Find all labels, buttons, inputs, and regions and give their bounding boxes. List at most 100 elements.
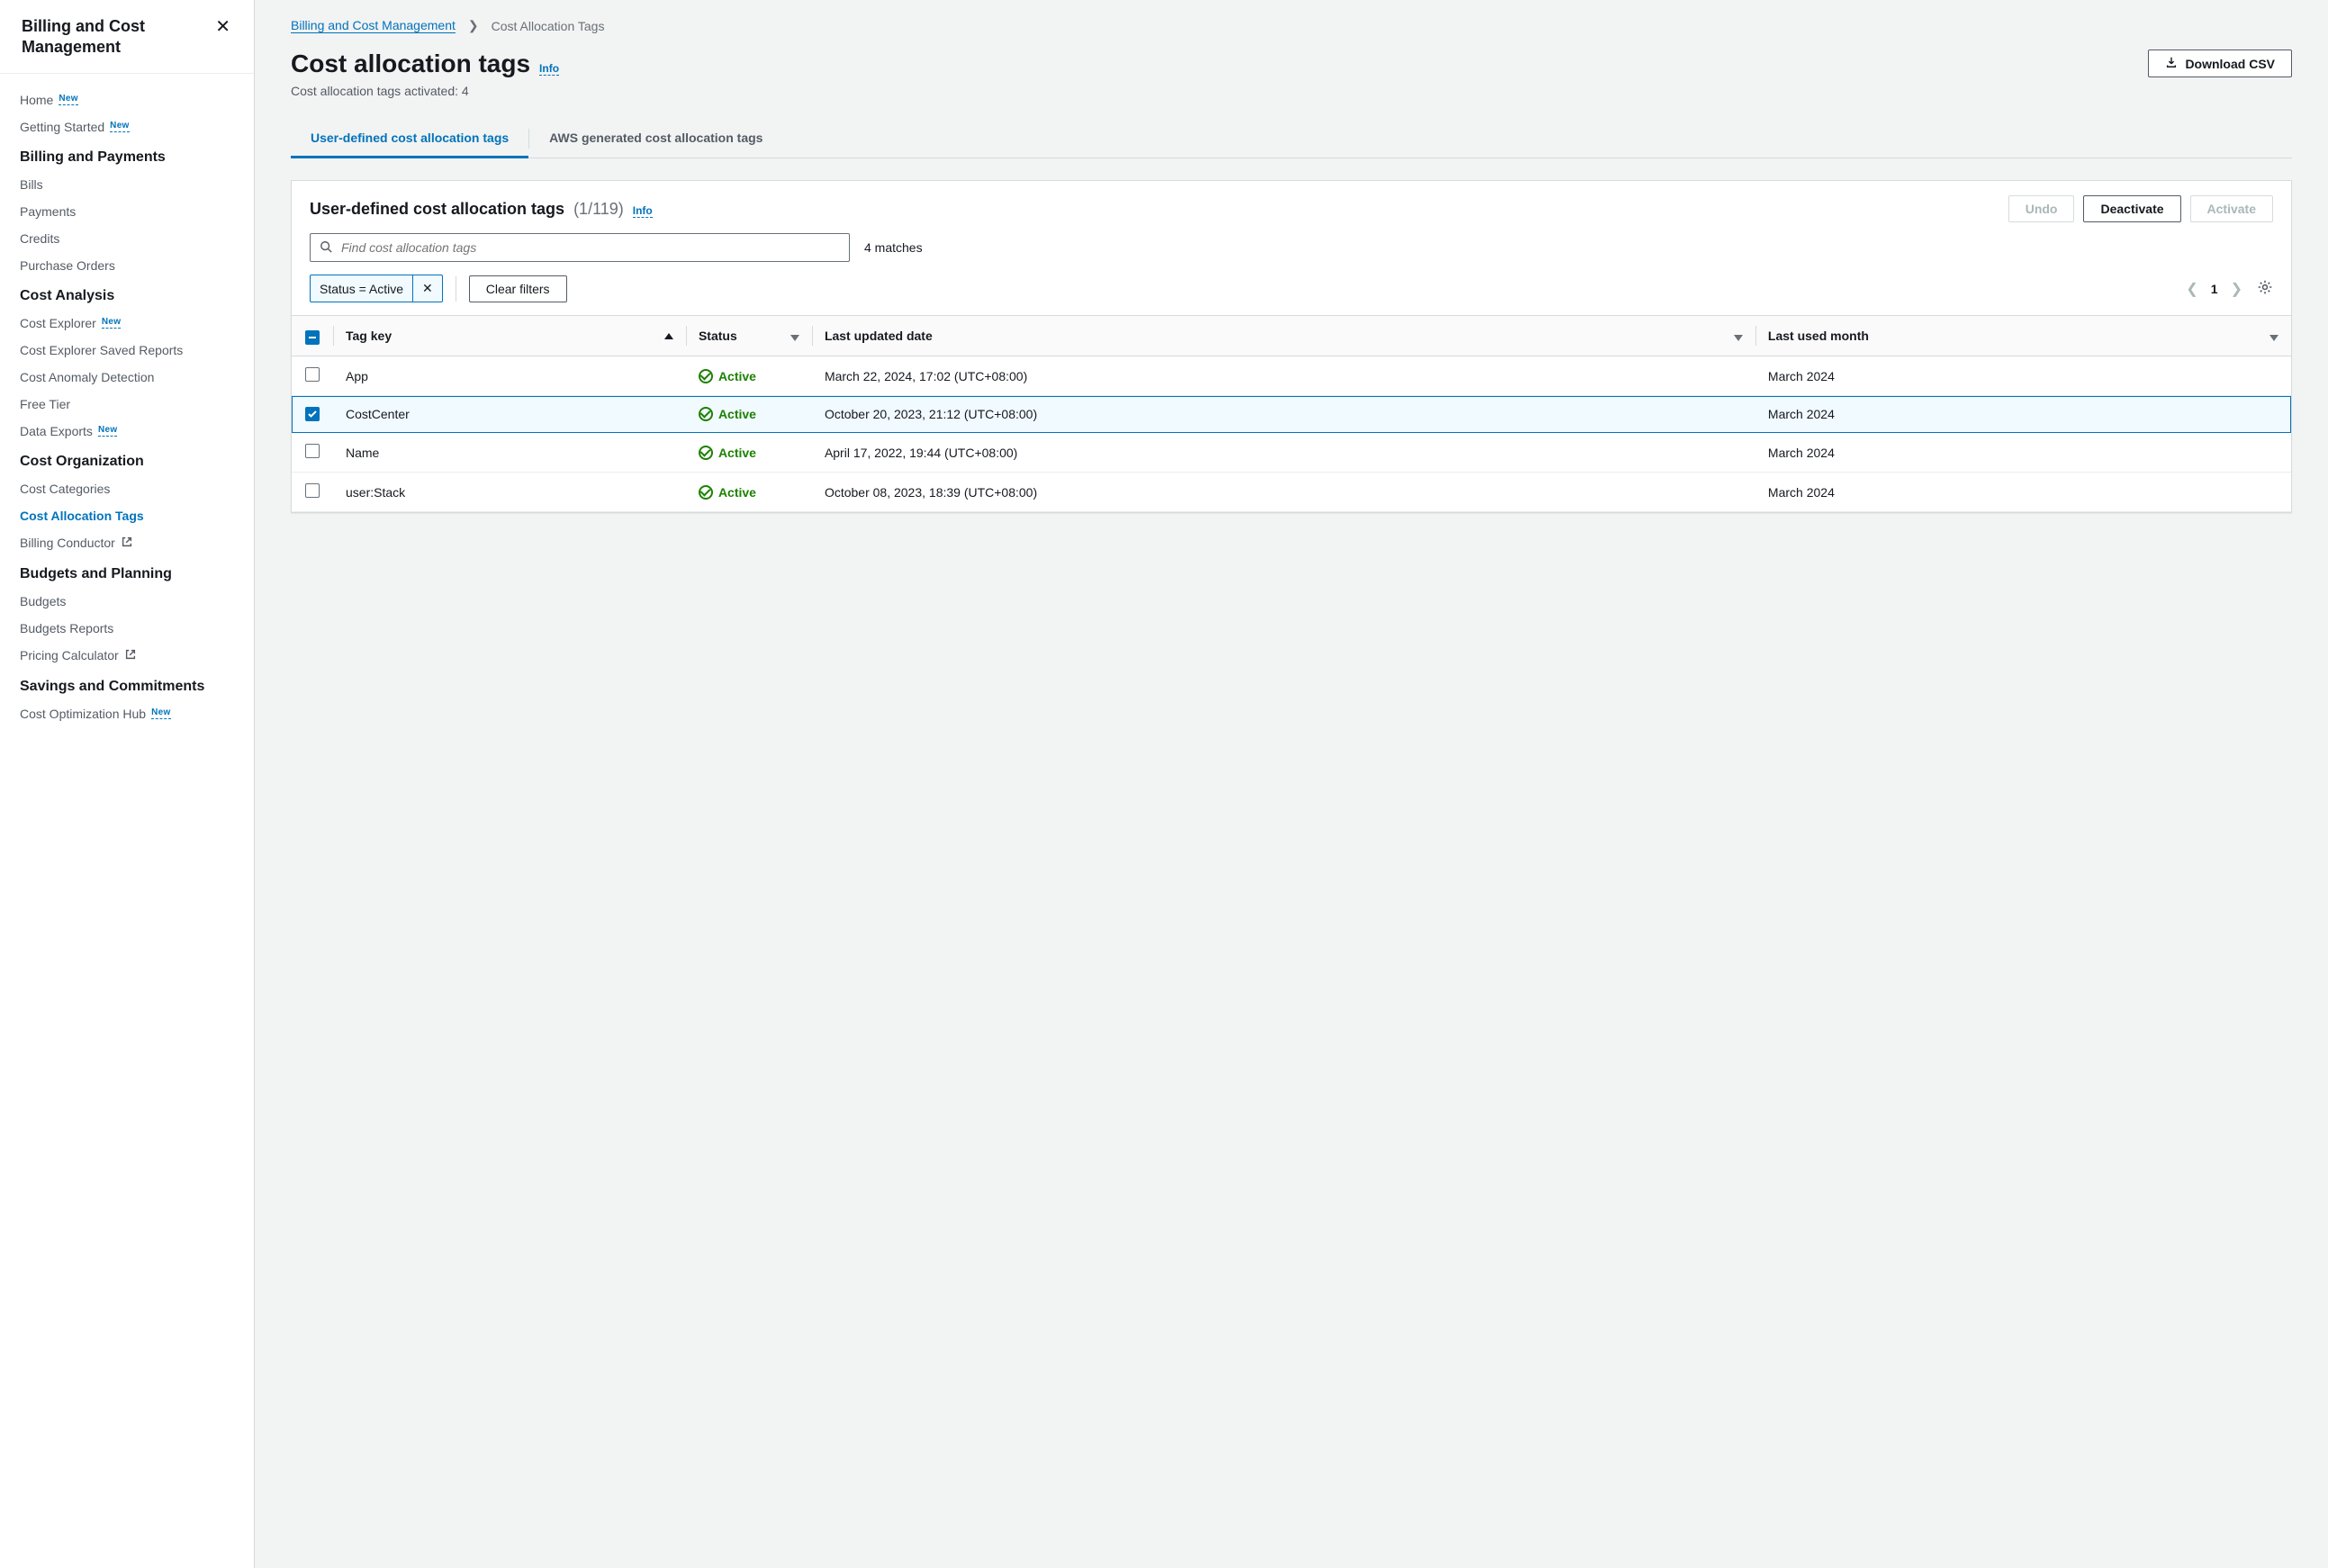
match-count: 4 matches bbox=[864, 240, 923, 255]
undo-button[interactable]: Undo bbox=[2008, 195, 2075, 222]
cell-status: Active bbox=[686, 433, 812, 473]
row-checkbox[interactable] bbox=[305, 483, 320, 498]
cell-last-used: March 2024 bbox=[1755, 356, 2291, 396]
nav-heading-cost-analysis: Cost Analysis bbox=[20, 279, 234, 310]
status-label: Active bbox=[718, 485, 756, 500]
sidebar-item-cost-categories[interactable]: Cost Categories bbox=[20, 475, 234, 502]
search-input-wrap[interactable] bbox=[310, 233, 850, 262]
sidebar-item-cost-anomaly-detection[interactable]: Cost Anomaly Detection bbox=[20, 364, 234, 391]
search-icon bbox=[320, 240, 332, 256]
close-icon[interactable]: ✕ bbox=[212, 16, 234, 38]
download-icon bbox=[2165, 56, 2178, 71]
search-input[interactable] bbox=[339, 239, 840, 256]
main-content: Billing and Cost Management ❯ Cost Alloc… bbox=[255, 0, 2328, 1568]
row-checkbox[interactable] bbox=[305, 444, 320, 458]
filter-chip-status[interactable]: Status = Active ✕ bbox=[310, 275, 443, 302]
cell-last-updated: April 17, 2022, 19:44 (UTC+08:00) bbox=[812, 433, 1755, 473]
row-checkbox[interactable] bbox=[305, 407, 320, 421]
sidebar-item-free-tier[interactable]: Free Tier bbox=[20, 391, 234, 418]
sort-ascending-icon bbox=[664, 333, 673, 339]
tab-aws-generated[interactable]: AWS generated cost allocation tags bbox=[529, 120, 782, 158]
column-status[interactable]: Status bbox=[686, 316, 812, 356]
sidebar-title: Billing and Cost Management bbox=[22, 16, 212, 59]
filter-chip-label: Status = Active bbox=[311, 276, 412, 302]
check-circle-icon bbox=[699, 446, 713, 460]
cell-status: Active bbox=[686, 473, 812, 512]
table-row[interactable]: AppActiveMarch 22, 2024, 17:02 (UTC+08:0… bbox=[292, 356, 2291, 396]
sidebar-item-cost-explorer[interactable]: Cost Explorer New bbox=[20, 310, 234, 337]
tags-panel: User-defined cost allocation tags (1/119… bbox=[291, 180, 2292, 513]
page-subtitle: Cost allocation tags activated: 4 bbox=[291, 84, 2292, 98]
sidebar-item-cost-optimization-hub[interactable]: Cost Optimization Hub New bbox=[20, 700, 234, 727]
sort-icon bbox=[2269, 335, 2278, 341]
cell-last-updated: March 22, 2024, 17:02 (UTC+08:00) bbox=[812, 356, 1755, 396]
sidebar-item-cost-explorer-saved-reports[interactable]: Cost Explorer Saved Reports bbox=[20, 337, 234, 364]
cell-last-used: March 2024 bbox=[1755, 433, 2291, 473]
select-all-header[interactable] bbox=[292, 316, 333, 356]
chevron-right-icon: ❯ bbox=[468, 18, 479, 33]
sidebar-item-bills[interactable]: Bills bbox=[20, 171, 234, 198]
sidebar: Billing and Cost Management ✕ Home New G… bbox=[0, 0, 255, 1568]
new-badge: New bbox=[98, 425, 117, 437]
sidebar-item-home[interactable]: Home New bbox=[20, 86, 234, 113]
cell-last-used: March 2024 bbox=[1755, 396, 2291, 433]
next-page-icon[interactable]: ❯ bbox=[2231, 280, 2242, 298]
new-badge: New bbox=[110, 121, 129, 132]
panel-title: User-defined cost allocation tags bbox=[310, 200, 564, 219]
sidebar-item-pricing-calculator[interactable]: Pricing Calculator bbox=[20, 642, 234, 670]
nav-heading-savings: Savings and Commitments bbox=[20, 670, 234, 700]
cell-tag-key: Name bbox=[333, 433, 686, 473]
column-last-used[interactable]: Last used month bbox=[1755, 316, 2291, 356]
info-link[interactable]: Info bbox=[633, 204, 653, 218]
sidebar-item-cost-allocation-tags[interactable]: Cost Allocation Tags bbox=[20, 502, 234, 529]
sidebar-item-budgets-reports[interactable]: Budgets Reports bbox=[20, 615, 234, 642]
column-tag-key[interactable]: Tag key bbox=[333, 316, 686, 356]
sidebar-item-label: Home bbox=[20, 93, 53, 107]
download-csv-label: Download CSV bbox=[2185, 57, 2275, 71]
cell-tag-key: App bbox=[333, 356, 686, 396]
status-label: Active bbox=[718, 407, 756, 421]
tab-user-defined[interactable]: User-defined cost allocation tags bbox=[291, 120, 528, 158]
sidebar-item-budgets[interactable]: Budgets bbox=[20, 588, 234, 615]
sidebar-item-data-exports[interactable]: Data Exports New bbox=[20, 418, 234, 445]
check-circle-icon bbox=[699, 485, 713, 500]
nav-heading-billing: Billing and Payments bbox=[20, 140, 234, 171]
breadcrumb-root[interactable]: Billing and Cost Management bbox=[291, 18, 456, 33]
cell-last-updated: October 08, 2023, 18:39 (UTC+08:00) bbox=[812, 473, 1755, 512]
checkbox-indeterminate-icon[interactable] bbox=[305, 330, 320, 345]
prev-page-icon[interactable]: ❮ bbox=[2186, 280, 2197, 298]
sidebar-item-getting-started[interactable]: Getting Started New bbox=[20, 113, 234, 140]
tags-table: Tag key Status Last up bbox=[292, 315, 2291, 512]
breadcrumb-current: Cost Allocation Tags bbox=[492, 19, 605, 33]
info-link[interactable]: Info bbox=[539, 62, 559, 76]
deactivate-button[interactable]: Deactivate bbox=[2083, 195, 2180, 222]
column-last-updated[interactable]: Last updated date bbox=[812, 316, 1755, 356]
panel-count: (1/119) bbox=[573, 200, 624, 219]
clear-filters-button[interactable]: Clear filters bbox=[469, 275, 567, 302]
page-title: Cost allocation tags bbox=[291, 50, 530, 78]
breadcrumb: Billing and Cost Management ❯ Cost Alloc… bbox=[291, 18, 2292, 33]
gear-icon[interactable] bbox=[2257, 279, 2273, 298]
sidebar-item-payments[interactable]: Payments bbox=[20, 198, 234, 225]
cell-status: Active bbox=[686, 356, 812, 396]
cell-status: Active bbox=[686, 396, 812, 433]
new-badge: New bbox=[151, 707, 170, 719]
tabs: User-defined cost allocation tags AWS ge… bbox=[291, 120, 2292, 158]
activate-button[interactable]: Activate bbox=[2190, 195, 2273, 222]
table-row[interactable]: NameActiveApril 17, 2022, 19:44 (UTC+08:… bbox=[292, 433, 2291, 473]
table-row[interactable]: CostCenterActiveOctober 20, 2023, 21:12 … bbox=[292, 396, 2291, 433]
remove-filter-icon[interactable]: ✕ bbox=[412, 275, 442, 302]
cell-last-used: March 2024 bbox=[1755, 473, 2291, 512]
sidebar-item-purchase-orders[interactable]: Purchase Orders bbox=[20, 252, 234, 279]
download-csv-button[interactable]: Download CSV bbox=[2148, 50, 2292, 77]
nav-heading-cost-organization: Cost Organization bbox=[20, 445, 234, 475]
cell-last-updated: October 20, 2023, 21:12 (UTC+08:00) bbox=[812, 396, 1755, 433]
sort-icon bbox=[1734, 335, 1743, 341]
external-link-icon bbox=[124, 648, 137, 663]
table-row[interactable]: user:Stack Active October 08, 2023, 18:39 … bbox=[292, 473, 2291, 512]
row-checkbox[interactable] bbox=[305, 367, 320, 382]
nav-heading-budgets: Budgets and Planning bbox=[20, 557, 234, 588]
cell-tag-key: user:Stack bbox=[333, 473, 686, 512]
sidebar-item-billing-conductor[interactable]: Billing Conductor bbox=[20, 529, 234, 557]
sidebar-item-credits[interactable]: Credits bbox=[20, 225, 234, 252]
